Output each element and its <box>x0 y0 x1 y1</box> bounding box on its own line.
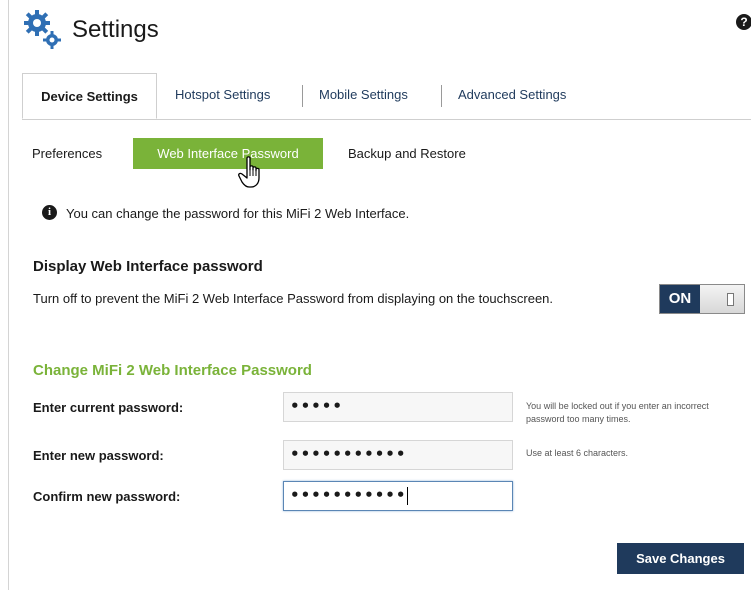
info-text: You can change the password for this MiF… <box>66 206 410 221</box>
tab-device-settings[interactable]: Device Settings <box>22 73 157 119</box>
page-frame-border <box>8 0 9 590</box>
info-icon: i <box>42 205 57 220</box>
tab-divider <box>441 85 442 107</box>
tab-divider <box>302 85 303 107</box>
new-password-hint: Use at least 6 characters. <box>526 448 629 458</box>
current-password-hint: You will be locked out if you enter an i… <box>526 401 709 424</box>
subtab-web-interface-password[interactable]: Web Interface Password <box>133 138 323 169</box>
text-caret <box>407 486 409 505</box>
current-password-field[interactable]: ••••• <box>283 392 513 422</box>
confirm-password-field[interactable]: ••••••••••• <box>283 481 513 511</box>
tab-hotspot-settings[interactable]: Hotspot Settings <box>175 87 270 102</box>
toggle-knob[interactable] <box>700 285 744 313</box>
subtab-backup-restore[interactable]: Backup and Restore <box>348 146 466 161</box>
confirm-password-label: Confirm new password: <box>33 489 181 504</box>
toggle-grip-icon <box>727 293 734 306</box>
display-password-toggle[interactable]: ON <box>659 284 745 314</box>
confirm-password-value: ••••••••••• <box>290 486 407 504</box>
new-password-field[interactable]: ••••••••••• <box>283 440 513 470</box>
tab-advanced-settings[interactable]: Advanced Settings <box>458 87 566 102</box>
new-password-label: Enter new password: <box>33 448 164 463</box>
save-changes-button[interactable]: Save Changes <box>617 543 744 574</box>
tab-mobile-settings[interactable]: Mobile Settings <box>319 87 408 102</box>
help-icon[interactable]: ? <box>736 14 751 30</box>
gears-icon <box>24 10 61 49</box>
main-tab-bar: Device Settings Hotspot Settings Mobile … <box>22 73 751 120</box>
hand-cursor-icon <box>238 156 260 188</box>
subtab-preferences[interactable]: Preferences <box>32 146 102 161</box>
change-password-heading: Change MiFi 2 Web Interface Password <box>33 362 312 379</box>
page-title: Settings <box>72 16 159 43</box>
toggle-on-label: ON <box>660 285 700 313</box>
display-password-description: Turn off to prevent the MiFi 2 Web Inter… <box>33 291 554 306</box>
current-password-label: Enter current password: <box>33 400 184 415</box>
display-password-heading: Display Web Interface password <box>33 258 263 275</box>
